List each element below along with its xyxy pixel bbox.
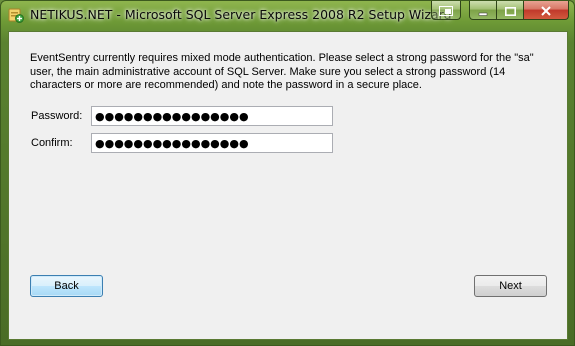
help-icon [439, 1, 453, 20]
close-icon [540, 1, 552, 20]
caption-buttons [431, 1, 569, 21]
close-button[interactable] [524, 1, 569, 20]
installer-icon [8, 7, 24, 23]
instructions-text: EventSentry currently requires mixed mod… [30, 52, 534, 91]
confirm-password-field[interactable] [91, 133, 333, 153]
password-label: Password: [31, 110, 83, 122]
setup-wizard-window: NETIKUS.NET - Microsoft SQL Server Expre… [0, 0, 575, 346]
title-bar[interactable]: NETIKUS.NET - Microsoft SQL Server Expre… [1, 1, 574, 31]
maximize-icon [504, 1, 516, 20]
window-title: NETIKUS.NET - Microsoft SQL Server Expre… [30, 7, 452, 22]
password-field[interactable] [91, 106, 333, 126]
wizard-panel: EventSentry currently requires mixed mod… [8, 31, 568, 340]
confirm-label: Confirm: [31, 137, 73, 149]
help-button[interactable] [431, 1, 461, 20]
minimize-button[interactable] [469, 1, 497, 20]
maximize-button[interactable] [497, 1, 524, 20]
minimize-icon [478, 1, 488, 20]
back-button[interactable]: Back [30, 275, 103, 297]
next-button[interactable]: Next [474, 275, 547, 297]
